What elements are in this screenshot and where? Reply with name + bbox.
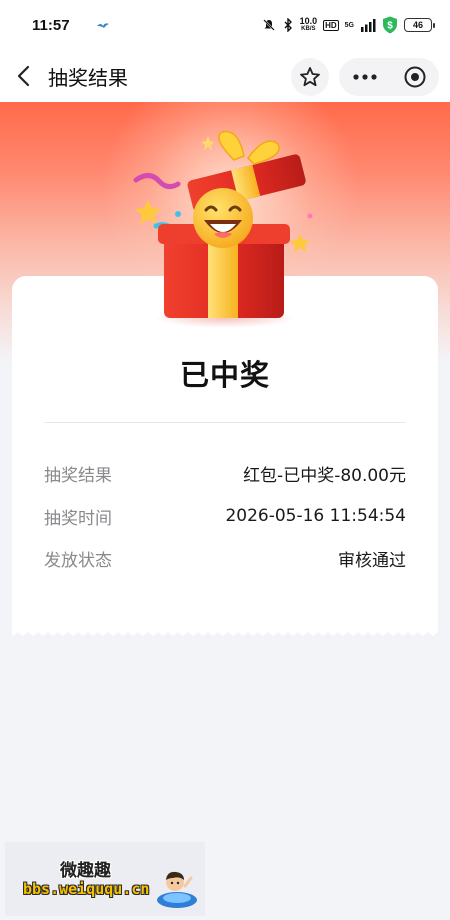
- gift-box-icon: [133, 130, 313, 328]
- close-circle-icon: [404, 66, 426, 88]
- more-icon: [353, 74, 377, 80]
- info-label: 抽奖结果: [44, 465, 112, 486]
- mascot-icon: [157, 871, 197, 908]
- watermark: 微趣趣 bbs.weiququ.cn: [5, 842, 205, 916]
- favorite-button[interactable]: [291, 58, 329, 96]
- page-title: 抽奖结果: [48, 65, 128, 90]
- info-row-result: 抽奖结果 红包-已中奖-80.00元: [44, 461, 406, 486]
- mini-program-capsule: [339, 58, 439, 96]
- bird-icon: [96, 23, 109, 28]
- network-type: 5G: [344, 21, 354, 29]
- info-row-time: 抽奖时间 2026-05-16 11:54:54: [44, 504, 406, 529]
- bluetooth-icon: [284, 18, 292, 32]
- hd-badge: HD: [323, 19, 339, 31]
- info-value: 2026-05-16 11:54:54: [225, 506, 406, 526]
- info-label: 发放状态: [44, 550, 112, 571]
- watermark-text: 微趣趣: [60, 861, 111, 881]
- net-speed-unit: KB/S: [301, 26, 316, 32]
- status-time: 11:57: [32, 16, 70, 34]
- battery-level: 46: [412, 20, 423, 30]
- card-zigzag-edge: [12, 628, 438, 636]
- net-speed: 10.0 KB/S: [300, 17, 318, 33]
- back-icon: [17, 65, 30, 87]
- back-button[interactable]: [0, 50, 48, 102]
- info-label: 抽奖时间: [44, 508, 112, 529]
- nav-bar: 抽奖结果: [0, 50, 450, 102]
- net-speed-value: 10.0: [299, 16, 318, 26]
- more-button[interactable]: [339, 58, 391, 96]
- status-bar: 11:57 10.0 KB/S HD 5G $ 46: [0, 0, 450, 50]
- watermark-url: bbs.weiququ.cn: [23, 880, 150, 898]
- close-button[interactable]: [391, 58, 439, 96]
- result-title: 已中奖: [179, 358, 270, 392]
- mute-icon: [262, 19, 275, 31]
- svg-text:$: $: [387, 21, 393, 32]
- info-row-status: 发放状态 审核通过: [44, 546, 406, 571]
- battery-icon: 46: [404, 18, 435, 32]
- info-value: 红包-已中奖-80.00元: [243, 465, 406, 486]
- shield-icon: $: [383, 16, 397, 34]
- star-icon: [300, 67, 320, 87]
- divider: [44, 422, 406, 423]
- info-value: 审核通过: [338, 550, 406, 571]
- status-icons: 10.0 KB/S HD 5G $ 46: [262, 16, 435, 34]
- signal-icon: [361, 18, 376, 32]
